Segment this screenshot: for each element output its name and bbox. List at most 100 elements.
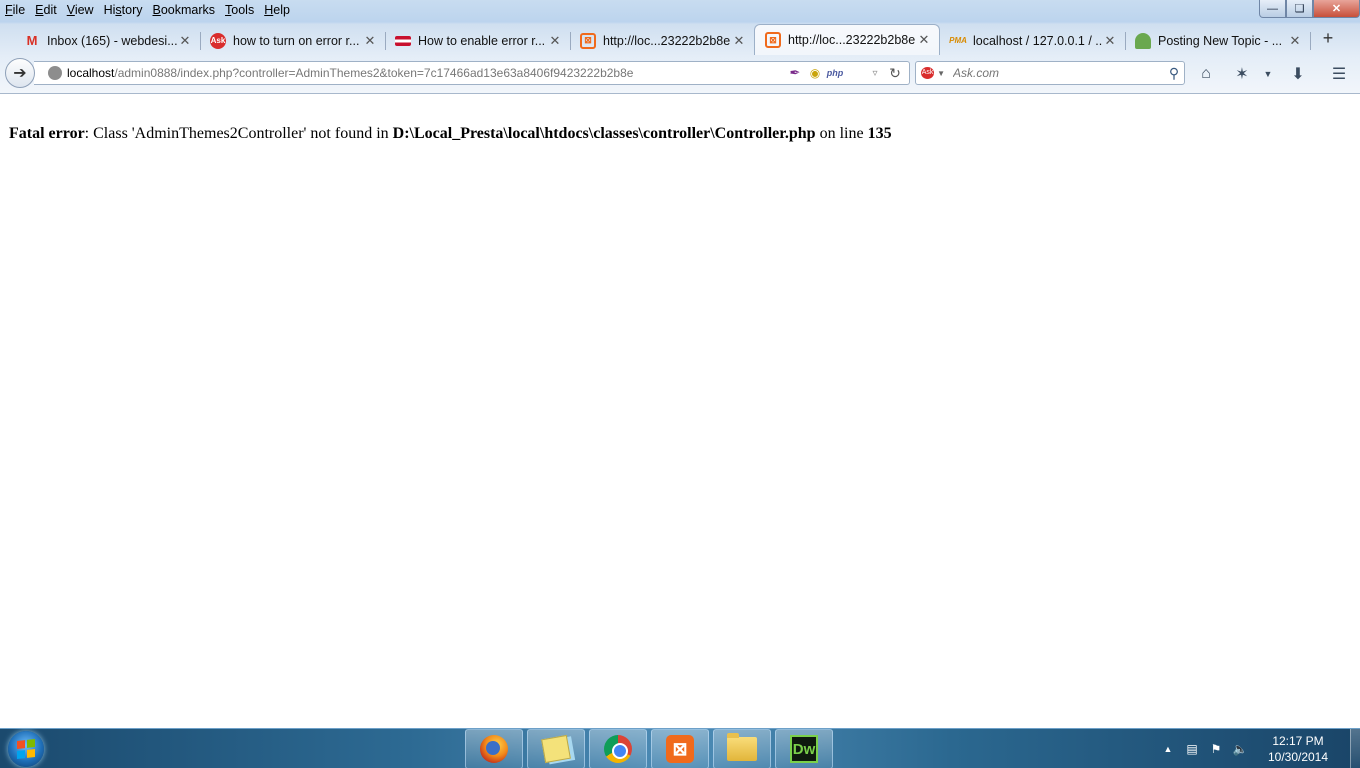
site-identity-icon[interactable] <box>48 66 62 80</box>
dropdown-arrow-icon[interactable]: ▿ <box>867 65 883 81</box>
restore-icon: ❑ <box>1294 3 1305 15</box>
system-tray: ▲ ▤ ⚑ 🔈 12:17 PM 10/30/2014 <box>1156 729 1360 768</box>
navigation-bar: localhost/admin0888/index.php?controller… <box>0 55 1360 93</box>
xampp-icon: ⊠ <box>666 735 694 763</box>
taskbar-sticky-notes[interactable] <box>527 729 585 768</box>
gmail-icon: M <box>26 33 38 48</box>
phpmyadmin-icon: PMA <box>949 36 967 45</box>
close-tab-icon[interactable]: ✕ <box>917 32 931 48</box>
search-input[interactable] <box>953 66 1164 80</box>
restore-button[interactable]: ❑ <box>1286 0 1313 18</box>
extension-icon[interactable]: ✶ <box>1232 64 1252 84</box>
tab-gmail[interactable]: M Inbox (165) - webdesi... ✕ <box>14 27 200 54</box>
page-content: Fatal error: Class 'AdminThemes2Controll… <box>0 95 1360 728</box>
new-tab-button[interactable]: + <box>1318 28 1338 50</box>
url-path: /admin0888/index.php?controller=AdminThe… <box>114 66 634 80</box>
start-button[interactable] <box>8 731 44 767</box>
menu-view[interactable]: View <box>62 0 99 20</box>
windows-icon[interactable] <box>847 65 863 81</box>
back-arrow-icon: ➔ <box>13 65 27 82</box>
tab-label: localhost / 127.0.0.1 / ... <box>973 33 1103 48</box>
taskbar-xampp[interactable]: ⊠ <box>651 729 709 768</box>
tab-phpmyadmin[interactable]: PMA localhost / 127.0.0.1 / ... ✕ <box>940 27 1125 54</box>
tab-separator <box>1310 32 1311 50</box>
xampp-icon: ⊠ <box>765 32 781 48</box>
lock-icon[interactable]: ◉ <box>807 65 823 81</box>
close-tab-icon[interactable]: ✕ <box>548 33 562 49</box>
tab-label: Inbox (165) - webdesi... <box>47 33 178 48</box>
tab-strip: M Inbox (165) - webdesi... ✕ Ask how to … <box>0 24 1360 55</box>
xampp-icon: ⊠ <box>580 32 596 49</box>
chevron-down-icon[interactable]: ▼ <box>1258 64 1278 84</box>
menu-bar: File Edit View History Bookmarks Tools H… <box>0 0 295 20</box>
taskbar: ⊠ Dw ▲ ▤ ⚑ 🔈 12:17 PM 10/30/2014 <box>0 728 1360 768</box>
ask-icon: Ask <box>921 67 935 79</box>
close-icon: ✕ <box>1331 3 1342 15</box>
close-tab-icon[interactable]: ✕ <box>363 33 377 49</box>
menu-file[interactable]: File <box>0 0 30 20</box>
tab-localhost-1[interactable]: ⊠ http://loc...23222b2b8e ✕ <box>570 27 754 54</box>
error-label: Fatal error <box>9 125 85 142</box>
ask-icon: Ask <box>210 32 226 49</box>
tab-label: http://loc...23222b2b8e <box>603 33 731 48</box>
minimize-icon: — <box>1267 2 1278 15</box>
forum-icon <box>1135 32 1151 49</box>
url-bar[interactable]: localhost/admin0888/index.php?controller… <box>34 61 910 85</box>
windows-logo-icon <box>17 739 35 759</box>
tab-enable-error-reporting[interactable]: How to enable error r... ✕ <box>385 27 570 54</box>
tab-label: Posting New Topic - ... <box>1158 33 1283 48</box>
close-tab-icon[interactable]: ✕ <box>178 33 192 49</box>
url-text[interactable]: localhost/admin0888/index.php?controller… <box>67 66 785 80</box>
menu-tools[interactable]: Tools <box>220 0 259 20</box>
plus-icon: + <box>1322 28 1334 48</box>
taskbar-file-explorer[interactable] <box>713 729 771 768</box>
home-icon[interactable]: ⌂ <box>1196 64 1216 84</box>
dreamweaver-icon: Dw <box>790 735 818 763</box>
error-line-number: 135 <box>867 125 892 142</box>
chrome-icon <box>604 735 632 763</box>
taskbar-firefox[interactable] <box>465 729 523 768</box>
taskbar-dreamweaver[interactable]: Dw <box>775 729 833 768</box>
menu-icon[interactable]: ☰ <box>1329 64 1349 84</box>
window-controls: — ❑ ✕ <box>1259 0 1360 18</box>
clock-time: 12:17 PM <box>1272 734 1324 748</box>
back-button[interactable]: ➔ <box>5 58 35 88</box>
tab-label: How to enable error r... <box>418 33 546 48</box>
minimize-button[interactable]: — <box>1259 0 1286 18</box>
clock[interactable]: 12:17 PM 10/30/2014 <box>1258 733 1338 765</box>
file-explorer-icon <box>727 733 757 761</box>
tab-label: how to turn on error r... <box>233 33 360 48</box>
search-icon[interactable]: ⚲ <box>1164 65 1184 82</box>
menu-edit[interactable]: Edit <box>30 0 62 20</box>
clock-date: 10/30/2014 <box>1267 750 1329 764</box>
php-icon[interactable]: php <box>827 65 844 81</box>
close-tab-icon[interactable]: ✕ <box>1288 33 1302 49</box>
close-tab-icon[interactable]: ✕ <box>732 33 746 49</box>
action-center-flag-icon[interactable]: ⚑ <box>1206 739 1226 759</box>
download-icon[interactable]: ⬇ <box>1288 64 1308 84</box>
error-line-text: on line <box>815 125 868 142</box>
feather-extension-icon[interactable]: ✒ <box>787 65 803 81</box>
taskbar-chrome[interactable] <box>589 729 647 768</box>
network-icon[interactable]: ▤ <box>1182 739 1202 759</box>
tab-posting-new-topic[interactable]: Posting New Topic - ... ✕ <box>1125 27 1310 54</box>
sticky-notes-icon <box>541 734 571 764</box>
menu-help[interactable]: Help <box>259 0 295 20</box>
menu-bookmarks[interactable]: Bookmarks <box>148 0 221 20</box>
volume-icon[interactable]: 🔈 <box>1230 739 1250 759</box>
search-bar[interactable]: Ask▼ ⚲ <box>915 61 1185 85</box>
close-button[interactable]: ✕ <box>1313 0 1360 18</box>
tab-localhost-active[interactable]: ⊠ http://loc...23222b2b8e ✕ <box>754 24 940 55</box>
tab-label: http://loc...23222b2b8e <box>788 33 916 47</box>
show-hidden-icons-icon[interactable]: ▲ <box>1158 739 1178 759</box>
search-engine-selector[interactable]: Ask ▼ <box>921 67 945 79</box>
tab-ask-error-reporting[interactable]: Ask how to turn on error r... ✕ <box>200 27 385 54</box>
show-desktop-button[interactable] <box>1350 729 1360 768</box>
menu-history[interactable]: History <box>99 0 148 20</box>
dropdown-arrow-icon: ▼ <box>937 68 945 78</box>
flag-icon <box>395 35 411 46</box>
reload-icon[interactable]: ↻ <box>887 65 903 81</box>
close-tab-icon[interactable]: ✕ <box>1103 33 1117 49</box>
error-text: : Class 'AdminThemes2Controller' not fou… <box>84 125 393 142</box>
url-host: localhost <box>67 66 115 80</box>
